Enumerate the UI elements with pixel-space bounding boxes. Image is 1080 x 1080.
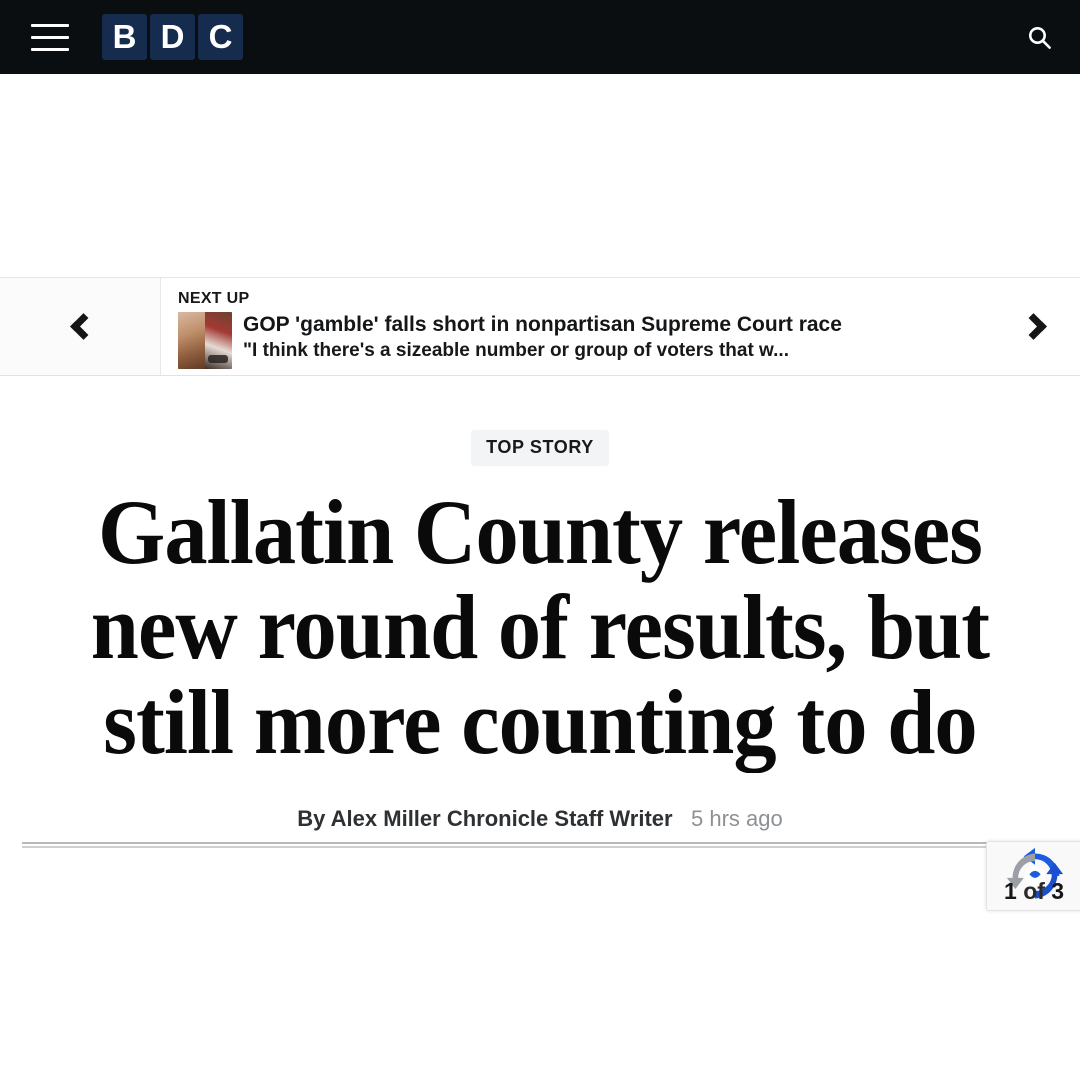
slide-counter-total: 3 — [1051, 878, 1065, 904]
search-icon[interactable] — [1018, 16, 1060, 58]
next-up-kicker: NEXT UP — [178, 290, 250, 307]
byline-timestamp: 5 hrs ago — [691, 806, 783, 831]
logo-tile-c: C — [198, 14, 243, 60]
slide-counter-current: 1 — [1004, 878, 1017, 904]
next-up-article-link[interactable]: NEXT UP GOP 'gamble' falls short in nonp… — [161, 278, 1002, 375]
page-root: B D C NEXT UP GOP 'gamble' falls short i… — [0, 0, 1080, 1080]
site-header: B D C — [0, 0, 1080, 74]
byline-author: By Alex Miller Chronicle Staff Writer — [297, 806, 673, 831]
hamburger-menu-icon[interactable] — [31, 20, 69, 54]
chevron-left-icon[interactable] — [0, 278, 161, 375]
divider-line-bottom — [22, 846, 1080, 848]
next-up-subtitle: "I think there's a sizeable number or gr… — [243, 340, 789, 361]
article-body-area — [0, 915, 1080, 1080]
next-up-row: GOP 'gamble' falls short in nonpartisan … — [178, 312, 1002, 369]
slide-counter-separator: of — [1023, 878, 1045, 904]
status-badge[interactable]: TOP STORY — [471, 430, 609, 466]
next-up-carousel: NEXT UP GOP 'gamble' falls short in nonp… — [0, 277, 1080, 376]
top-story-badge-wrap: TOP STORY — [0, 376, 1080, 466]
hamburger-bar-2 — [31, 35, 69, 39]
divider-line-top — [22, 842, 1080, 844]
slide-counter: 1 of 3 — [1004, 878, 1064, 904]
thumbnail-left-half — [178, 312, 205, 369]
logo-tile-b: B — [102, 14, 147, 60]
article-container: TOP STORY Gallatin County releases new r… — [0, 376, 1080, 848]
hamburger-bar-3 — [31, 47, 69, 51]
chevron-right-glyph — [1020, 313, 1047, 340]
advertisement-slot — [0, 74, 1080, 277]
byline: By Alex Miller Chronicle Staff Writer 5 … — [0, 806, 1080, 832]
logo-tile-d: D — [150, 14, 195, 60]
hamburger-bar-1 — [31, 23, 69, 27]
next-up-text-block: GOP 'gamble' falls short in nonpartisan … — [243, 312, 1002, 363]
horizontal-divider — [22, 842, 1080, 848]
chevron-left-glyph — [69, 313, 97, 340]
thumbnail-glasses-detail — [208, 355, 228, 363]
site-logo[interactable]: B D C — [102, 14, 243, 60]
page-title: Gallatin County releases new round of re… — [90, 481, 990, 773]
chevron-right-icon[interactable] — [1002, 278, 1080, 375]
article-thumbnail-image — [178, 312, 232, 369]
next-up-title: GOP 'gamble' falls short in nonpartisan … — [243, 313, 842, 336]
